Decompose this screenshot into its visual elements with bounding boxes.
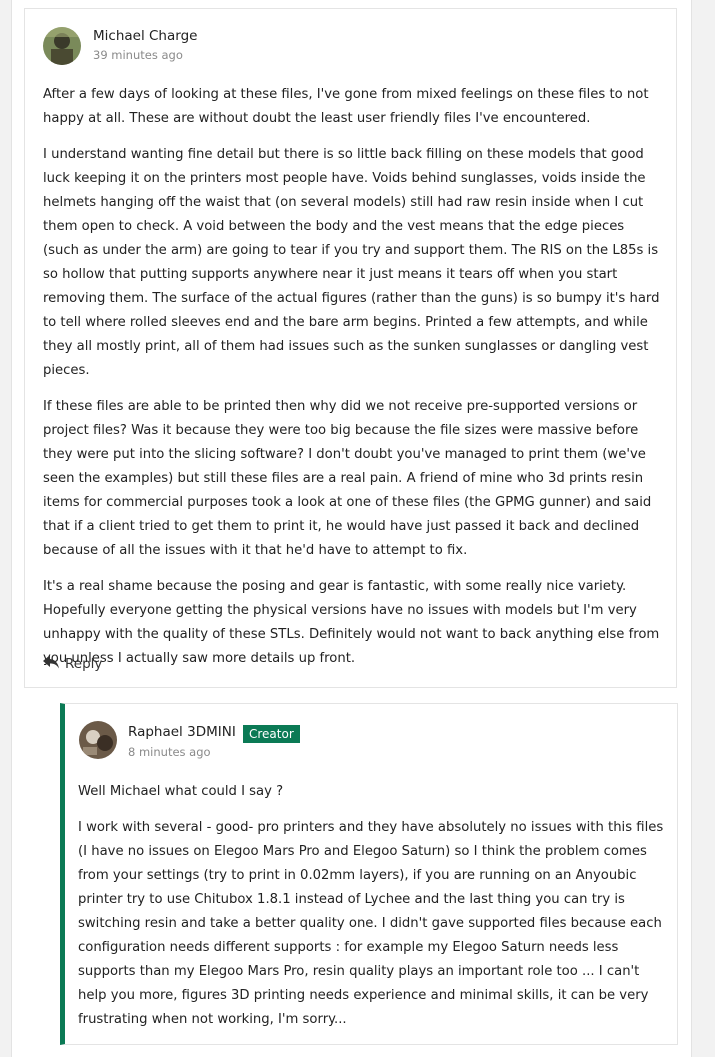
comment-paragraph: After a few days of looking at these fil… [43, 87, 649, 126]
reply-paragraph: I work with several - good- pro printers… [78, 820, 664, 1027]
author-avatar[interactable] [43, 27, 81, 65]
comment-timestamp: 39 minutes ago [93, 48, 183, 62]
creator-name[interactable]: Raphael 3DMINI [128, 724, 236, 740]
comment-paragraph: I understand wanting fine detail but the… [43, 147, 660, 378]
comment-paragraph: If these files are able to be printed th… [43, 399, 652, 558]
author-name[interactable]: Michael Charge [93, 28, 197, 44]
reply-card: Raphael 3DMINI Creator 8 minutes ago Wel… [60, 703, 678, 1045]
reply-button[interactable]: Reply [43, 653, 102, 675]
comment-body: After a few days of looking at these fil… [43, 83, 663, 683]
comment-paragraph: It's a real shame because the posing and… [43, 579, 660, 666]
creator-badge: Creator [243, 725, 300, 743]
reply-arrow-icon [43, 655, 59, 673]
reply-paragraph: Well Michael what could I say ? [78, 784, 284, 799]
reply-label: Reply [65, 656, 103, 672]
reply-body: Well Michael what could I say ? I work w… [78, 780, 666, 1044]
creator-avatar[interactable] [79, 721, 117, 759]
comment-card: Michael Charge 39 minutes ago After a fe… [24, 8, 677, 688]
reply-timestamp: 8 minutes ago [128, 745, 211, 759]
